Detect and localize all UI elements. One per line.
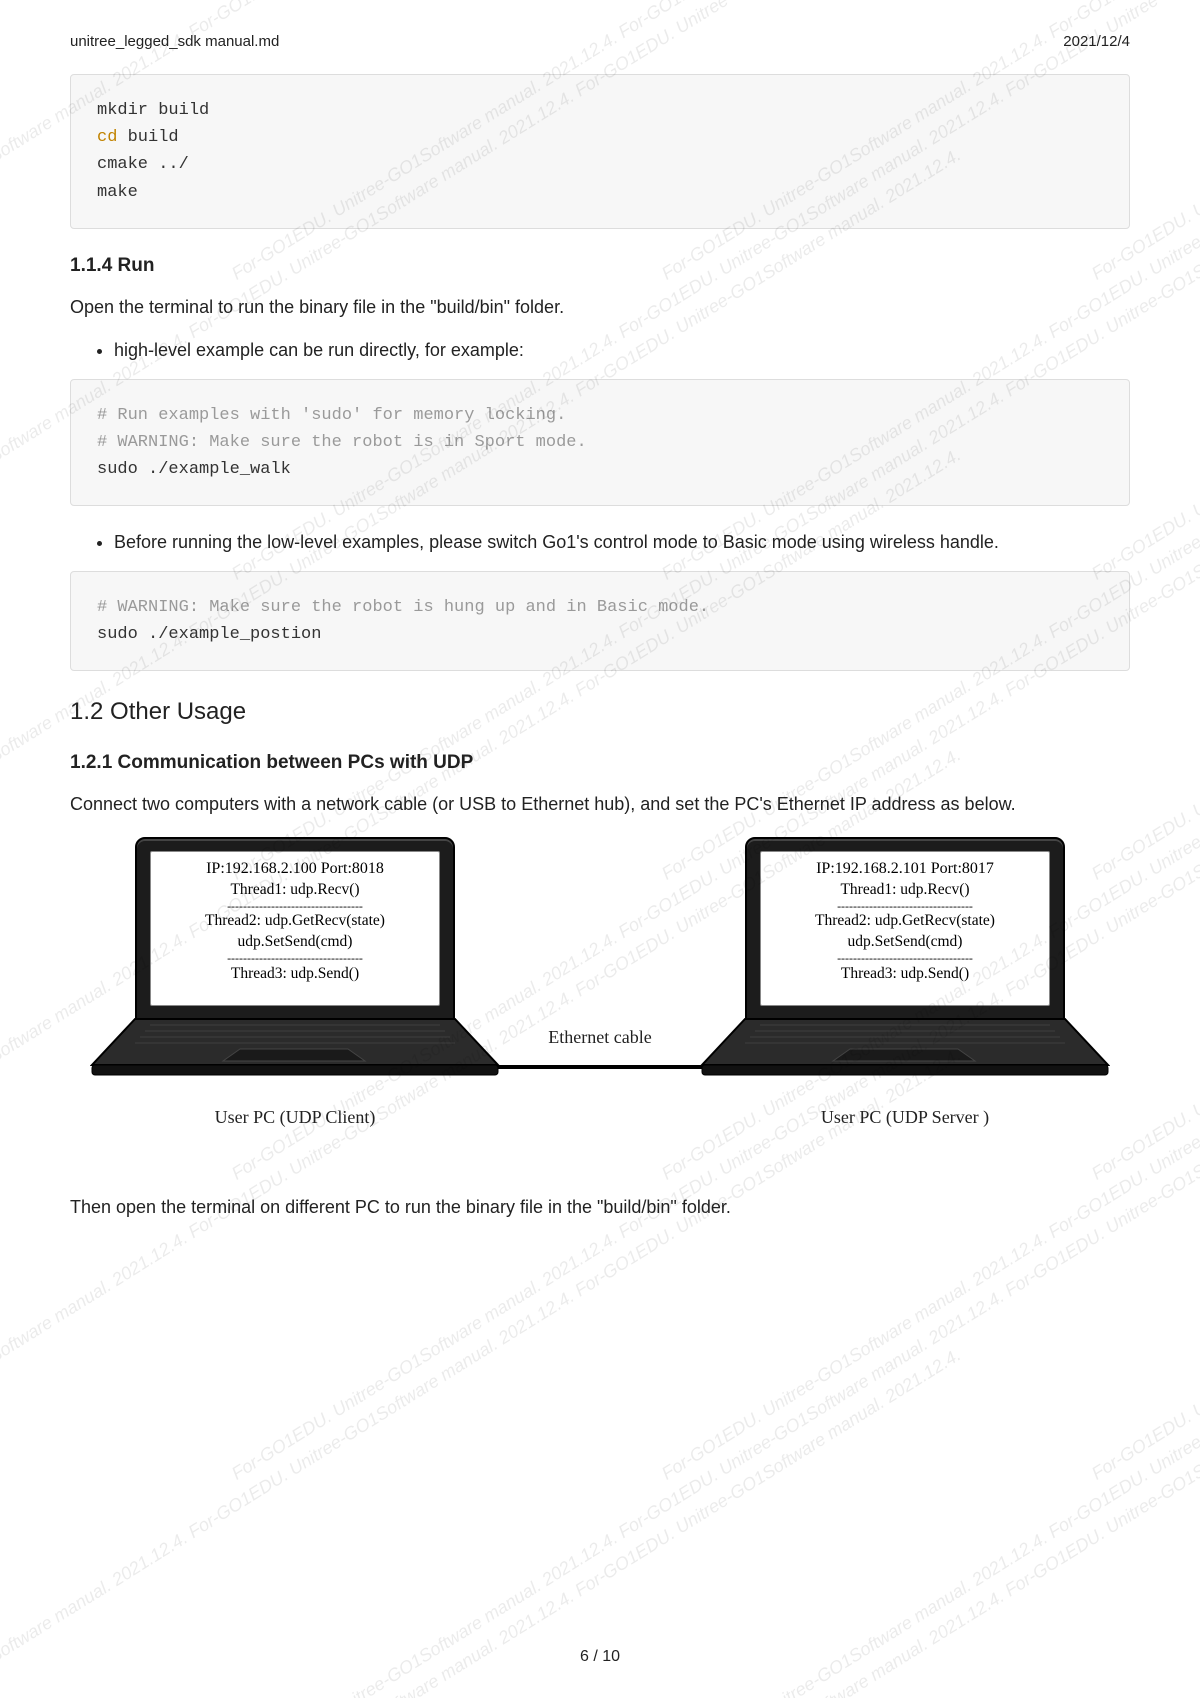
run-bullets: high-level example can be run directly, … — [70, 336, 1130, 365]
header-filename: unitree_legged_sdk manual.md — [70, 30, 279, 54]
bullet-high-level: high-level example can be run directly, … — [114, 336, 1130, 365]
heading-1-1-4: 1.1.4 Run — [70, 251, 1130, 281]
screen-thread2a: Thread2: udp.GetRecv(state) — [157, 911, 433, 932]
run-bullets-2: Before running the low-level examples, p… — [70, 528, 1130, 557]
screen-divider: ---------------------------------- — [157, 953, 433, 964]
laptop-lid: IP:192.168.2.101 Port:8017 Thread1: udp.… — [745, 837, 1065, 1022]
screen-divider: ---------------------------------- — [767, 901, 1043, 912]
screen-thread3: Thread3: udp.Send() — [767, 964, 1043, 985]
laptop-caption-server: User PC (UDP Server ) — [821, 1103, 989, 1132]
laptop-lid: IP:192.168.2.100 Port:8018 Thread1: udp.… — [135, 837, 455, 1022]
code-line: build — [117, 128, 178, 147]
code-comment: # WARNING: Make sure the robot is in Spo… — [97, 433, 587, 452]
code-line: cmake ../ — [97, 155, 189, 174]
code-keyword-cd: cd — [97, 128, 117, 147]
laptop-base — [700, 1015, 1110, 1083]
code-line: mkdir build — [97, 101, 209, 120]
laptop-screen: IP:192.168.2.100 Port:8018 Thread1: udp.… — [150, 851, 440, 1006]
code-cmd: sudo ./example_postion — [97, 625, 321, 644]
page-header: unitree_legged_sdk manual.md 2021/12/4 — [70, 30, 1130, 54]
screen-divider: ---------------------------------- — [767, 953, 1043, 964]
page-number: 6 / 10 — [0, 1644, 1200, 1670]
code-example-position: # WARNING: Make sure the robot is hung u… — [70, 571, 1130, 671]
screen-ip: IP:192.168.2.100 Port:8018 — [157, 858, 433, 880]
laptop-base — [90, 1015, 500, 1083]
page-content: unitree_legged_sdk manual.md 2021/12/4 m… — [0, 0, 1200, 1296]
screen-thread3: Thread3: udp.Send() — [157, 964, 433, 985]
header-date: 2021/12/4 — [1063, 30, 1130, 54]
laptop-caption-client: User PC (UDP Client) — [215, 1103, 376, 1132]
code-example-walk: # Run examples with 'sudo' for memory lo… — [70, 379, 1130, 507]
code-comment: # Run examples with 'sudo' for memory lo… — [97, 406, 566, 425]
bullet-low-level: Before running the low-level examples, p… — [114, 528, 1130, 557]
screen-divider: ---------------------------------- — [157, 901, 433, 912]
heading-1-2-1: 1.2.1 Communication between PCs with UDP — [70, 748, 1130, 778]
laptop-shell: IP:192.168.2.100 Port:8018 Thread1: udp.… — [90, 837, 500, 1097]
laptop-client: IP:192.168.2.100 Port:8018 Thread1: udp.… — [90, 837, 500, 1132]
run-intro: Open the terminal to run the binary file… — [70, 293, 1130, 322]
heading-1-2: 1.2 Other Usage — [70, 693, 1130, 731]
laptop-screen: IP:192.168.2.101 Port:8017 Thread1: udp.… — [760, 851, 1050, 1006]
screen-thread2b: udp.SetSend(cmd) — [157, 932, 433, 953]
code-cmd: sudo ./example_walk — [97, 460, 291, 479]
udp-intro: Connect two computers with a network cab… — [70, 790, 1130, 819]
code-line: make — [97, 183, 138, 202]
code-build: mkdir build cd build cmake ../ make — [70, 74, 1130, 229]
laptop-base-svg — [90, 1015, 500, 1083]
udp-after: Then open the terminal on different PC t… — [70, 1193, 1130, 1222]
laptop-shell: IP:192.168.2.101 Port:8017 Thread1: udp.… — [700, 837, 1110, 1097]
udp-diagram: Ethernet cable IP:192.168.2.100 Port:801… — [100, 837, 1100, 1167]
code-comment: # WARNING: Make sure the robot is hung u… — [97, 598, 709, 617]
screen-thread1: Thread1: udp.Recv() — [767, 880, 1043, 901]
screen-thread2a: Thread2: udp.GetRecv(state) — [767, 911, 1043, 932]
laptop-server: IP:192.168.2.101 Port:8017 Thread1: udp.… — [700, 837, 1110, 1132]
laptop-base-svg — [700, 1015, 1110, 1083]
screen-thread1: Thread1: udp.Recv() — [157, 880, 433, 901]
screen-thread2b: udp.SetSend(cmd) — [767, 932, 1043, 953]
screen-ip: IP:192.168.2.101 Port:8017 — [767, 858, 1043, 880]
ethernet-cable-label: Ethernet cable — [548, 1023, 651, 1052]
